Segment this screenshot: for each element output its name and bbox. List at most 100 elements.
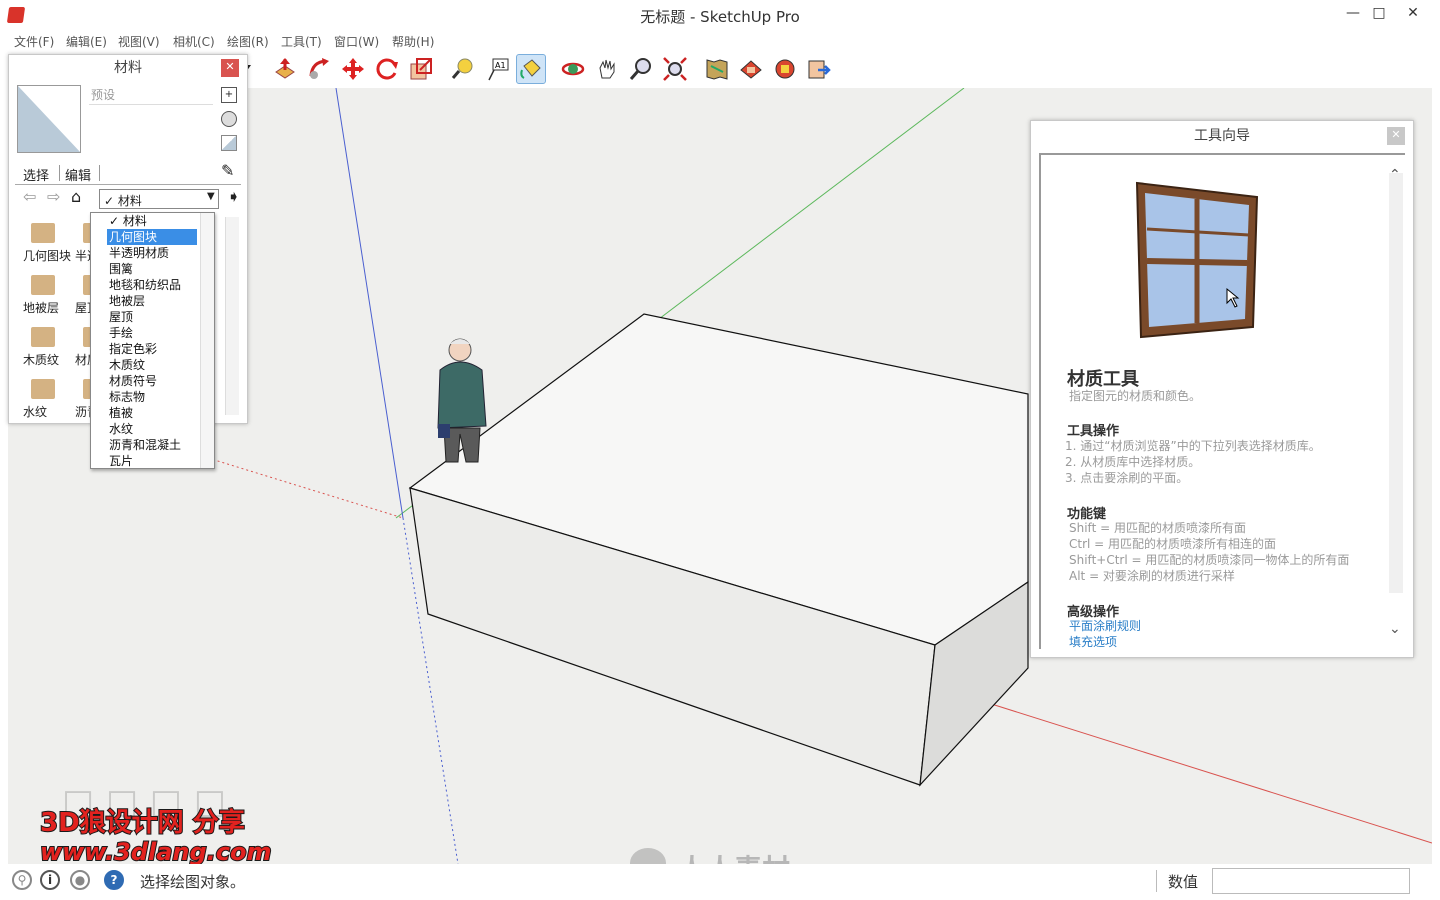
details-arrow-icon[interactable]: ➧ [227, 187, 240, 206]
share-icon[interactable] [804, 54, 834, 84]
dropdown-item[interactable]: 地毯和纺织品 [91, 277, 201, 293]
create-material-icon[interactable]: + [221, 87, 237, 103]
materials-scrollbar[interactable] [225, 217, 239, 415]
dropdown-item[interactable]: 水纹 [91, 421, 201, 437]
materials-tabs: 选择 编辑 ✎ [15, 161, 241, 185]
scroll-down-icon[interactable]: ⌄ [1389, 621, 1401, 637]
scale-icon[interactable] [406, 54, 436, 84]
dropdown-item[interactable]: 木质纹 [91, 357, 201, 373]
extension-warehouse-icon[interactable] [736, 54, 766, 84]
menu-view[interactable]: 视图(V) [118, 33, 160, 50]
menu-help[interactable]: 帮助(H) [392, 33, 434, 50]
blue-axis [335, 88, 404, 519]
dropdown-item[interactable]: 材质符号 [91, 373, 201, 389]
dropdown-item[interactable]: 植被 [91, 405, 201, 421]
site-watermark-title: 3D狼设计网 分享 [39, 807, 246, 839]
follow-me-icon[interactable] [304, 54, 334, 84]
material-name-field[interactable]: 预设 [89, 83, 213, 105]
ops-step: 2. 从材质库中选择材质。 [1065, 455, 1201, 469]
zoom-extents-icon[interactable] [660, 54, 690, 84]
tool-description: 指定图元的材质和颜色。 [1069, 389, 1202, 403]
maximize-button[interactable]: □ [1364, 2, 1394, 24]
scroll-up-icon[interactable]: ⌃ [1389, 167, 1401, 183]
instructor-panel: 工具向导 ✕ 材质工具 指定图元的材质和颜色。 工具操作 1. 通过“材质浏览器… [1030, 120, 1414, 658]
site-watermark-url: www.3dlang.com [39, 837, 273, 864]
link-fill-options[interactable]: 填充选项 [1069, 633, 1117, 649]
material-folder[interactable]: 木质纹 [19, 321, 69, 371]
material-preview [17, 85, 81, 153]
menu-window[interactable]: 窗口(W) [334, 33, 379, 50]
push-pull-icon[interactable] [270, 54, 300, 84]
tab-select[interactable]: 选择 [23, 165, 49, 184]
menu-file[interactable]: 文件(F) [14, 33, 54, 50]
material-folder[interactable]: 几何图块 [19, 217, 71, 267]
red-axis-negative [207, 457, 404, 519]
materials-close-icon[interactable]: ✕ [221, 59, 239, 77]
forward-arrow-icon[interactable]: ⇨ [47, 187, 60, 206]
eyedropper-icon[interactable]: ✎ [221, 161, 234, 180]
window-title: 无标题 - SketchUp Pro [640, 8, 800, 26]
material-folder[interactable]: 地被层 [19, 269, 69, 319]
dropdown-item[interactable]: 半透明材质 [91, 245, 201, 261]
info-icon[interactable]: i [40, 870, 60, 890]
scale-figure [437, 338, 487, 463]
close-button[interactable]: ✕ [1398, 2, 1428, 24]
material-folder[interactable]: 水纹 [19, 373, 69, 423]
library-dropdown-list[interactable]: ✓ 材料 几何图块 半透明材质 围篱 地毯和纺织品 地被层 屋顶 手绘 指定色彩… [90, 212, 215, 469]
dropdown-item[interactable]: 屋顶 [91, 309, 201, 325]
menu-bar: 文件(F) 编辑(E) 视图(V) 相机(C) 绘图(R) 工具(T) 窗口(W… [0, 30, 1440, 52]
geo-location-icon[interactable]: ⚲ [12, 870, 32, 890]
measurements-input[interactable] [1212, 868, 1410, 894]
tape-measure-icon[interactable] [448, 54, 478, 84]
orbit-icon[interactable] [558, 54, 588, 84]
status-message: 选择绘图对象。 [140, 873, 246, 891]
warehouse-icon[interactable] [702, 54, 732, 84]
menu-tools[interactable]: 工具(T) [281, 33, 322, 50]
measurements-label: 数值 [1168, 873, 1199, 891]
dropdown-item[interactable]: 沥青和混凝土 [91, 437, 201, 453]
materials-nav-row: ⇦ ⇨ ⌂ ✓ 材料 ▼ ➧ [15, 187, 245, 209]
instructor-close-icon[interactable]: ✕ [1387, 127, 1405, 145]
dropdown-scrollbar[interactable] [200, 213, 214, 468]
dropdown-item[interactable]: 瓦片 [91, 453, 201, 469]
dropdown-item[interactable]: 标志物 [91, 389, 201, 405]
ops-step: 1. 通过“材质浏览器”中的下拉列表选择材质库。 [1065, 439, 1321, 453]
tab-edit[interactable]: 编辑 [65, 165, 91, 184]
back-arrow-icon[interactable]: ⇦ [23, 187, 36, 206]
dropdown-item[interactable]: 手绘 [91, 325, 201, 341]
help-icon[interactable]: ? [104, 870, 124, 890]
paint-bucket-icon[interactable] [516, 54, 546, 84]
library-select-chevron-icon[interactable]: ▼ [207, 191, 215, 202]
move-icon[interactable] [338, 54, 368, 84]
text-icon[interactable]: A1 [482, 54, 512, 84]
components-icon[interactable] [770, 54, 800, 84]
menu-edit[interactable]: 编辑(E) [66, 33, 107, 50]
main-toolbar: A1 [241, 52, 846, 88]
key-hint: Shift+Ctrl = 用匹配的材质喷漆同一物体上的所有面 [1069, 553, 1350, 567]
red-axis [927, 683, 1432, 844]
key-hint: Ctrl = 用匹配的材质喷漆所有相连的面 [1069, 537, 1277, 551]
user-icon[interactable]: ● [70, 870, 90, 890]
title-bar: 无标题 - SketchUp Pro — □ ✕ [0, 0, 1440, 30]
menu-draw[interactable]: 绘图(R) [227, 33, 269, 50]
default-material-icon[interactable] [221, 111, 237, 127]
dropdown-item[interactable]: ✓ 材料 [91, 213, 201, 229]
home-icon[interactable]: ⌂ [71, 187, 81, 206]
materials-panel-title: 材料 [114, 60, 142, 76]
key-hint: Alt = 对要涂刷的材质进行采样 [1069, 569, 1235, 583]
zoom-icon[interactable] [626, 54, 656, 84]
instructor-scrollbar[interactable] [1389, 173, 1403, 593]
rotate-icon[interactable] [372, 54, 402, 84]
pan-icon[interactable] [592, 54, 622, 84]
window-illustration [1135, 181, 1259, 339]
ops-step: 3. 点击要涂刷的平面。 [1065, 471, 1189, 485]
link-face-painting-rules[interactable]: 平面涂刷规则 [1069, 617, 1141, 634]
status-bar: ⚲ i ● ? 选择绘图对象。 数值 [0, 864, 1440, 900]
dropdown-item[interactable]: 地被层 [91, 293, 201, 309]
menu-camera[interactable]: 相机(C) [173, 33, 215, 50]
library-select[interactable]: ✓ 材料 [99, 189, 219, 209]
dropdown-item[interactable]: 围篱 [91, 261, 201, 277]
dropdown-item[interactable]: 指定色彩 [91, 341, 201, 357]
dropdown-item-selected[interactable]: 几何图块 [107, 229, 197, 245]
sample-material-icon[interactable] [221, 135, 237, 151]
